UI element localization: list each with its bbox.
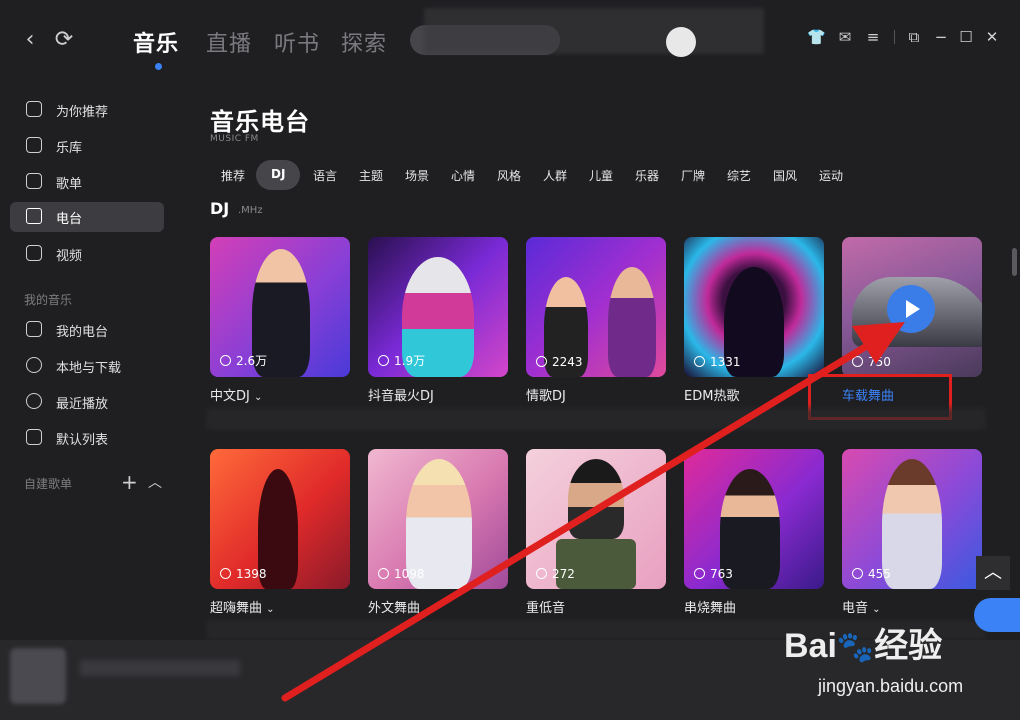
annotation-arrow — [281, 322, 905, 702]
watermark-url: jingyan.baidu.com — [818, 676, 964, 696]
baidu-watermark: Bai🐾经验 — [784, 627, 943, 665]
